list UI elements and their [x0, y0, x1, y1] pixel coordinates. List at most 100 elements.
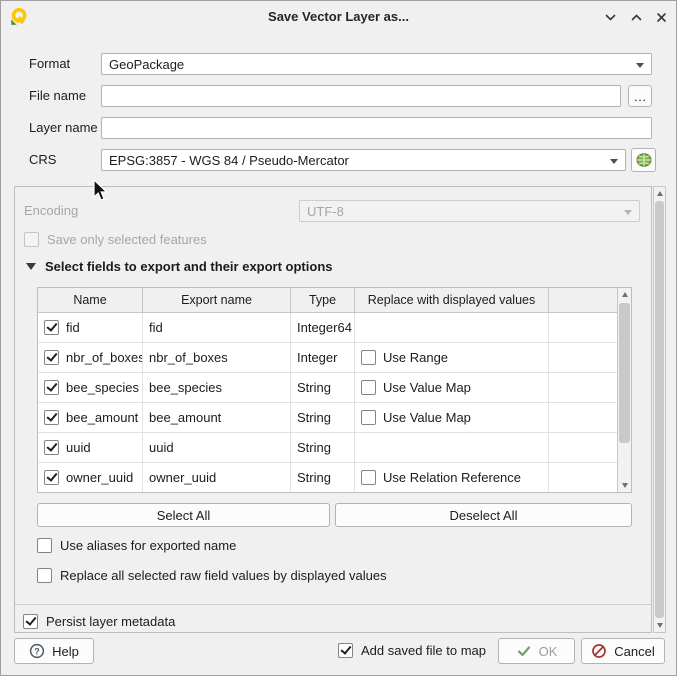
field-enabled-checkbox[interactable]	[44, 440, 59, 455]
file-name-input[interactable]	[101, 85, 621, 107]
help-button[interactable]: ? Help	[14, 638, 94, 664]
table-row: fidfidInteger64	[38, 313, 631, 343]
table-row: bee_speciesbee_speciesStringUse Value Ma…	[38, 373, 631, 403]
add-to-map-checkbox[interactable]	[338, 643, 353, 658]
cancel-button[interactable]: Cancel	[581, 638, 665, 664]
fields-section-header[interactable]: Select fields to export and their export…	[26, 259, 333, 274]
dropdown-arrow-icon	[610, 159, 618, 164]
field-replace-cell: Use Range	[355, 343, 549, 373]
scroll-up-arrow-icon[interactable]	[654, 187, 665, 200]
help-icon: ?	[29, 643, 45, 659]
crs-combobox[interactable]: EPSG:3857 - WGS 84 / Pseudo-Mercator	[101, 149, 626, 171]
replace-raw-label: Replace all selected raw field values by…	[60, 568, 387, 583]
use-aliases-checkbox[interactable]	[37, 538, 52, 553]
field-replace-cell	[355, 433, 549, 463]
field-replace-cell	[355, 313, 549, 343]
crs-selector-button[interactable]	[631, 148, 656, 172]
browse-ellipsis-label: …	[634, 89, 647, 104]
column-header-name: Name	[38, 288, 143, 313]
close-icon	[655, 11, 668, 24]
scrollbar-handle[interactable]	[619, 303, 630, 443]
dropdown-arrow-icon	[636, 63, 644, 68]
dropdown-arrow-icon	[624, 210, 632, 215]
use-aliases-label: Use aliases for exported name	[60, 538, 236, 553]
field-name: bee_species	[66, 380, 139, 395]
ok-check-icon	[516, 643, 532, 659]
field-type-cell: String	[291, 403, 355, 433]
format-combobox[interactable]: GeoPackage	[101, 53, 652, 75]
scroll-down-arrow-icon[interactable]	[618, 479, 631, 492]
replace-option-checkbox[interactable]	[361, 380, 376, 395]
crs-value: EPSG:3857 - WGS 84 / Pseudo-Mercator	[109, 153, 349, 168]
encoding-value: UTF-8	[307, 204, 344, 219]
select-all-button[interactable]: Select All	[37, 503, 330, 527]
chevron-down-icon	[604, 11, 617, 24]
save-only-selected-label: Save only selected features	[47, 232, 207, 247]
fields-table-body: fidfidInteger64nbr_of_boxesnbr_of_boxesI…	[38, 313, 631, 493]
field-export-name-cell[interactable]: fid	[143, 313, 291, 343]
field-export-name-cell[interactable]: nbr_of_boxes	[143, 343, 291, 373]
column-header-type: Type	[291, 288, 355, 313]
chevron-up-icon	[630, 11, 643, 24]
scrollbar-handle[interactable]	[655, 201, 664, 618]
field-replace-cell: Use Value Map	[355, 403, 549, 433]
close-button[interactable]	[651, 7, 671, 27]
replace-option-checkbox[interactable]	[361, 350, 376, 365]
field-name-cell: bee_species	[38, 373, 143, 403]
field-replace-cell: Use Value Map	[355, 373, 549, 403]
replace-option-label: Use Value Map	[383, 410, 471, 425]
scroll-down-arrow-icon[interactable]	[654, 619, 665, 632]
deselect-all-button[interactable]: Deselect All	[335, 503, 632, 527]
field-name: nbr_of_boxes	[66, 350, 143, 365]
cancel-icon	[591, 643, 607, 659]
minimize-button[interactable]	[600, 7, 620, 27]
field-enabled-checkbox[interactable]	[44, 470, 59, 485]
column-header-replace: Replace with displayed values	[355, 288, 549, 313]
field-export-name-cell[interactable]: owner_uuid	[143, 463, 291, 493]
fields-table-scrollbar[interactable]	[617, 288, 631, 492]
field-name: bee_amount	[66, 410, 138, 425]
field-name: owner_uuid	[66, 470, 133, 485]
ok-label: OK	[539, 644, 558, 659]
layer-name-input[interactable]	[101, 117, 652, 139]
field-type-cell: Integer64	[291, 313, 355, 343]
field-enabled-checkbox[interactable]	[44, 380, 59, 395]
column-header-export-name: Export name	[143, 288, 291, 313]
ok-button[interactable]: OK	[498, 638, 575, 664]
field-name-cell: uuid	[38, 433, 143, 463]
save-only-selected-row: Save only selected features	[24, 232, 207, 247]
replace-option-label: Use Range	[383, 350, 448, 365]
field-export-name-cell[interactable]: bee_species	[143, 373, 291, 403]
replace-option-checkbox[interactable]	[361, 410, 376, 425]
field-enabled-checkbox[interactable]	[44, 320, 59, 335]
layer-name-label: Layer name	[29, 117, 98, 139]
globe-crs-icon	[636, 152, 652, 168]
separator	[15, 604, 651, 605]
browse-button[interactable]: …	[628, 85, 652, 107]
format-label: Format	[29, 53, 70, 75]
table-row: owner_uuidowner_uuidStringUse Relation R…	[38, 463, 631, 493]
maximize-button[interactable]	[626, 7, 646, 27]
field-name-cell: owner_uuid	[38, 463, 143, 493]
field-type-cell: Integer	[291, 343, 355, 373]
table-row: nbr_of_boxesnbr_of_boxesIntegerUse Range	[38, 343, 631, 373]
window-title: Save Vector Layer as...	[1, 9, 676, 24]
options-panel-scrollbar[interactable]	[653, 186, 666, 633]
field-export-name-cell[interactable]: bee_amount	[143, 403, 291, 433]
scroll-up-arrow-icon[interactable]	[618, 288, 631, 301]
fields-table-header: Name Export name Type Replace with displ…	[38, 288, 631, 313]
field-type-cell: String	[291, 463, 355, 493]
persist-metadata-checkbox[interactable]	[23, 614, 38, 629]
field-export-name-cell[interactable]: uuid	[143, 433, 291, 463]
replace-option-checkbox[interactable]	[361, 470, 376, 485]
add-to-map-row: Add saved file to map	[338, 643, 486, 658]
help-label: Help	[52, 644, 79, 659]
table-row: uuiduuidString	[38, 433, 631, 463]
cancel-label: Cancel	[614, 644, 654, 659]
field-replace-cell: Use Relation Reference	[355, 463, 549, 493]
field-name-cell: bee_amount	[38, 403, 143, 433]
field-enabled-checkbox[interactable]	[44, 410, 59, 425]
field-enabled-checkbox[interactable]	[44, 350, 59, 365]
replace-raw-checkbox[interactable]	[37, 568, 52, 583]
fields-section-title: Select fields to export and their export…	[45, 259, 333, 274]
